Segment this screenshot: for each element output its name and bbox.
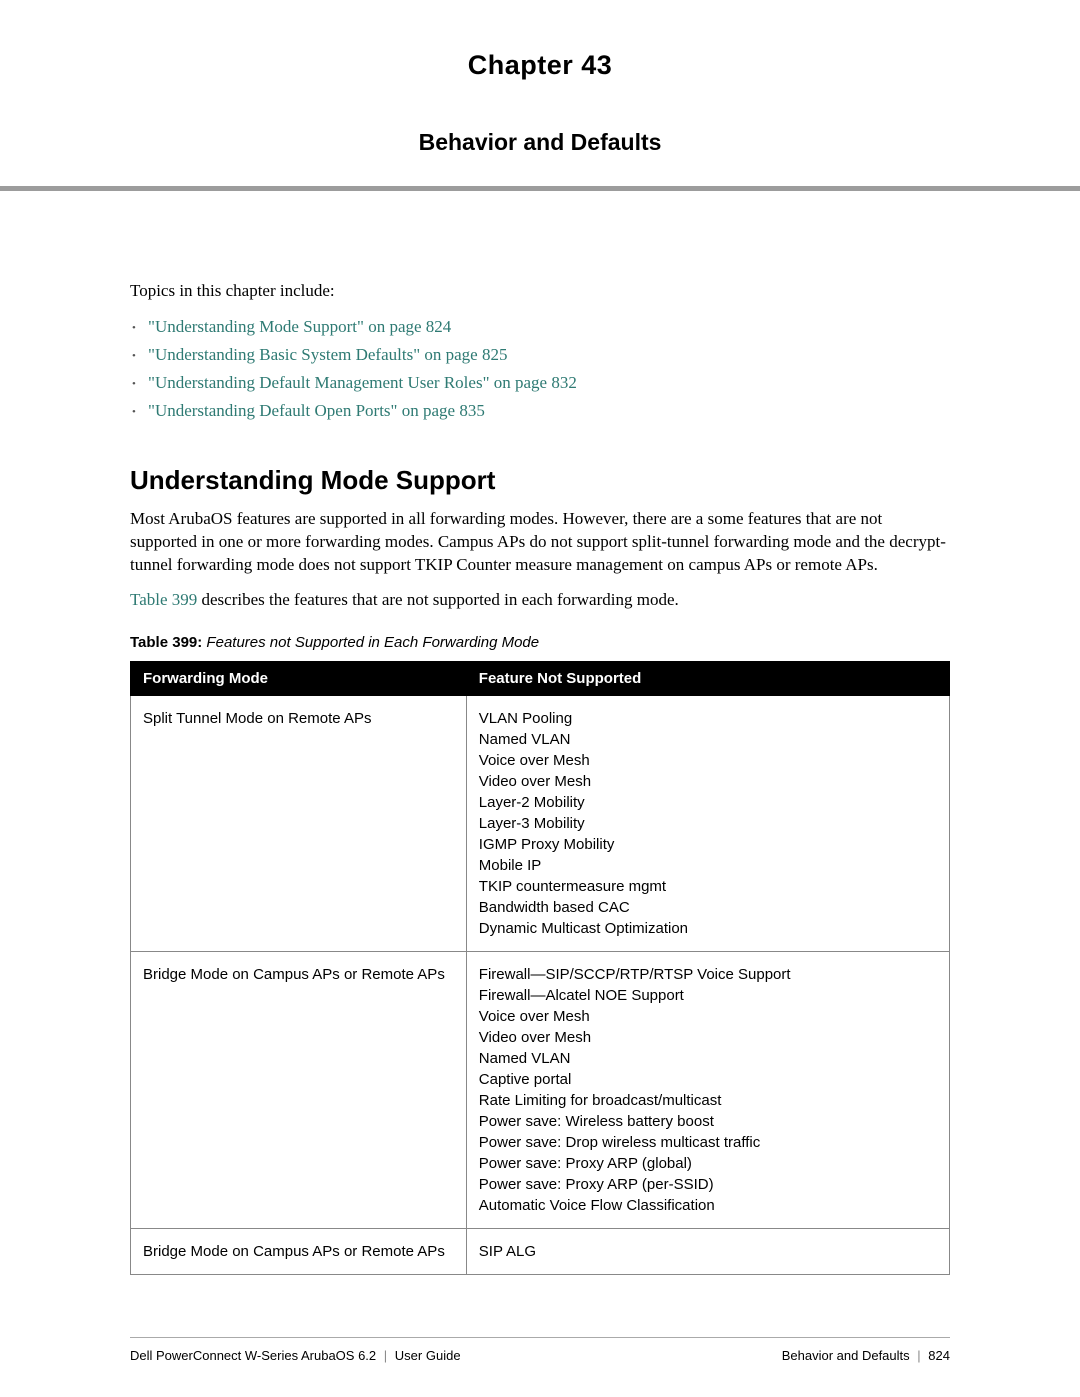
feature-item: Power save: Wireless battery boost [479,1111,937,1132]
section-paragraph-2-tail: describes the features that are not supp… [197,590,679,609]
footer-right: Behavior and Defaults | 824 [782,1348,950,1363]
feature-item: Voice over Mesh [479,750,937,771]
toc-item[interactable]: "Understanding Mode Support" on page 824 [148,313,950,341]
intro-text: Topics in this chapter include: [130,281,950,301]
table-header-row: Forwarding Mode Feature Not Supported [131,661,950,695]
feature-item: Bandwidth based CAC [479,897,937,918]
feature-item: Automatic Voice Flow Classification [479,1195,937,1216]
toc-link-system-defaults[interactable]: "Understanding Basic System Defaults" on… [148,345,507,364]
feature-item: Voice over Mesh [479,1006,937,1027]
chapter-number: Chapter 43 [130,50,950,81]
feature-item: Firewall—Alcatel NOE Support [479,985,937,1006]
feature-item: SIP ALG [479,1241,937,1262]
table-cell-mode: Split Tunnel Mode on Remote APs [131,695,467,951]
table-caption-label: Table 399: [130,634,202,651]
feature-item: TKIP countermeasure mgmt [479,876,937,897]
feature-item: Layer-2 Mobility [479,792,937,813]
section-heading: Understanding Mode Support [130,465,950,496]
toc-link-mode-support[interactable]: "Understanding Mode Support" on page 824 [148,317,451,336]
table-row: Bridge Mode on Campus APs or Remote APs S… [131,1228,950,1274]
feature-item: Named VLAN [479,729,937,750]
table-cell-features: Firewall—SIP/SCCP/RTP/RTSP Voice Support… [466,951,949,1228]
toc-item[interactable]: "Understanding Default Management User R… [148,369,950,397]
feature-item: Power save: Proxy ARP (per-SSID) [479,1174,937,1195]
table-cell-features: SIP ALG [466,1228,949,1274]
chapter-subtitle: Behavior and Defaults [130,129,950,156]
header-divider [0,186,1080,191]
table-row: Bridge Mode on Campus APs or Remote APsF… [131,951,950,1228]
section-paragraph-2: Table 399 describes the features that ar… [130,589,950,612]
feature-item: Named VLAN [479,1048,937,1069]
table-header-feature: Feature Not Supported [466,661,949,695]
feature-item: Power save: Drop wireless multicast traf… [479,1132,937,1153]
features-table: Forwarding Mode Feature Not Supported Sp… [130,661,950,1275]
toc-item[interactable]: "Understanding Basic System Defaults" on… [148,341,950,369]
feature-item: Captive portal [479,1069,937,1090]
page-footer: Dell PowerConnect W-Series ArubaOS 6.2 |… [130,1337,950,1363]
toc-item[interactable]: "Understanding Default Open Ports" on pa… [148,397,950,425]
table-reference-link[interactable]: Table 399 [130,590,197,609]
footer-page-number: 824 [928,1348,950,1363]
feature-item: Layer-3 Mobility [479,813,937,834]
feature-item: Rate Limiting for broadcast/multicast [479,1090,937,1111]
footer-product: Dell PowerConnect W-Series ArubaOS 6.2 [130,1348,376,1363]
table-caption: Table 399: Features not Supported in Eac… [130,634,950,651]
feature-item: Power save: Proxy ARP (global) [479,1153,937,1174]
feature-item: Mobile IP [479,855,937,876]
table-caption-title: Features not Supported in Each Forwardin… [202,634,539,651]
table-cell-mode: Bridge Mode on Campus APs or Remote APs [131,951,467,1228]
footer-left: Dell PowerConnect W-Series ArubaOS 6.2 |… [130,1348,461,1363]
feature-item: IGMP Proxy Mobility [479,834,937,855]
footer-separator-icon: | [384,1348,387,1363]
feature-item: Video over Mesh [479,1027,937,1048]
toc-link-open-ports[interactable]: "Understanding Default Open Ports" on pa… [148,401,485,420]
footer-separator-icon: | [917,1348,920,1363]
feature-item: Dynamic Multicast Optimization [479,918,937,939]
section-paragraph-1: Most ArubaOS features are supported in a… [130,508,950,577]
feature-item: VLAN Pooling [479,708,937,729]
feature-item: Video over Mesh [479,771,937,792]
footer-doc-type: User Guide [395,1348,461,1363]
table-header-mode: Forwarding Mode [131,661,467,695]
feature-item: Firewall—SIP/SCCP/RTP/RTSP Voice Support [479,964,937,985]
topics-list: "Understanding Mode Support" on page 824… [130,313,950,425]
footer-section: Behavior and Defaults [782,1348,910,1363]
toc-link-user-roles[interactable]: "Understanding Default Management User R… [148,373,577,392]
table-cell-mode: Bridge Mode on Campus APs or Remote APs [131,1228,467,1274]
table-cell-features: VLAN PoolingNamed VLANVoice over MeshVid… [466,695,949,951]
table-row: Split Tunnel Mode on Remote APsVLAN Pool… [131,695,950,951]
